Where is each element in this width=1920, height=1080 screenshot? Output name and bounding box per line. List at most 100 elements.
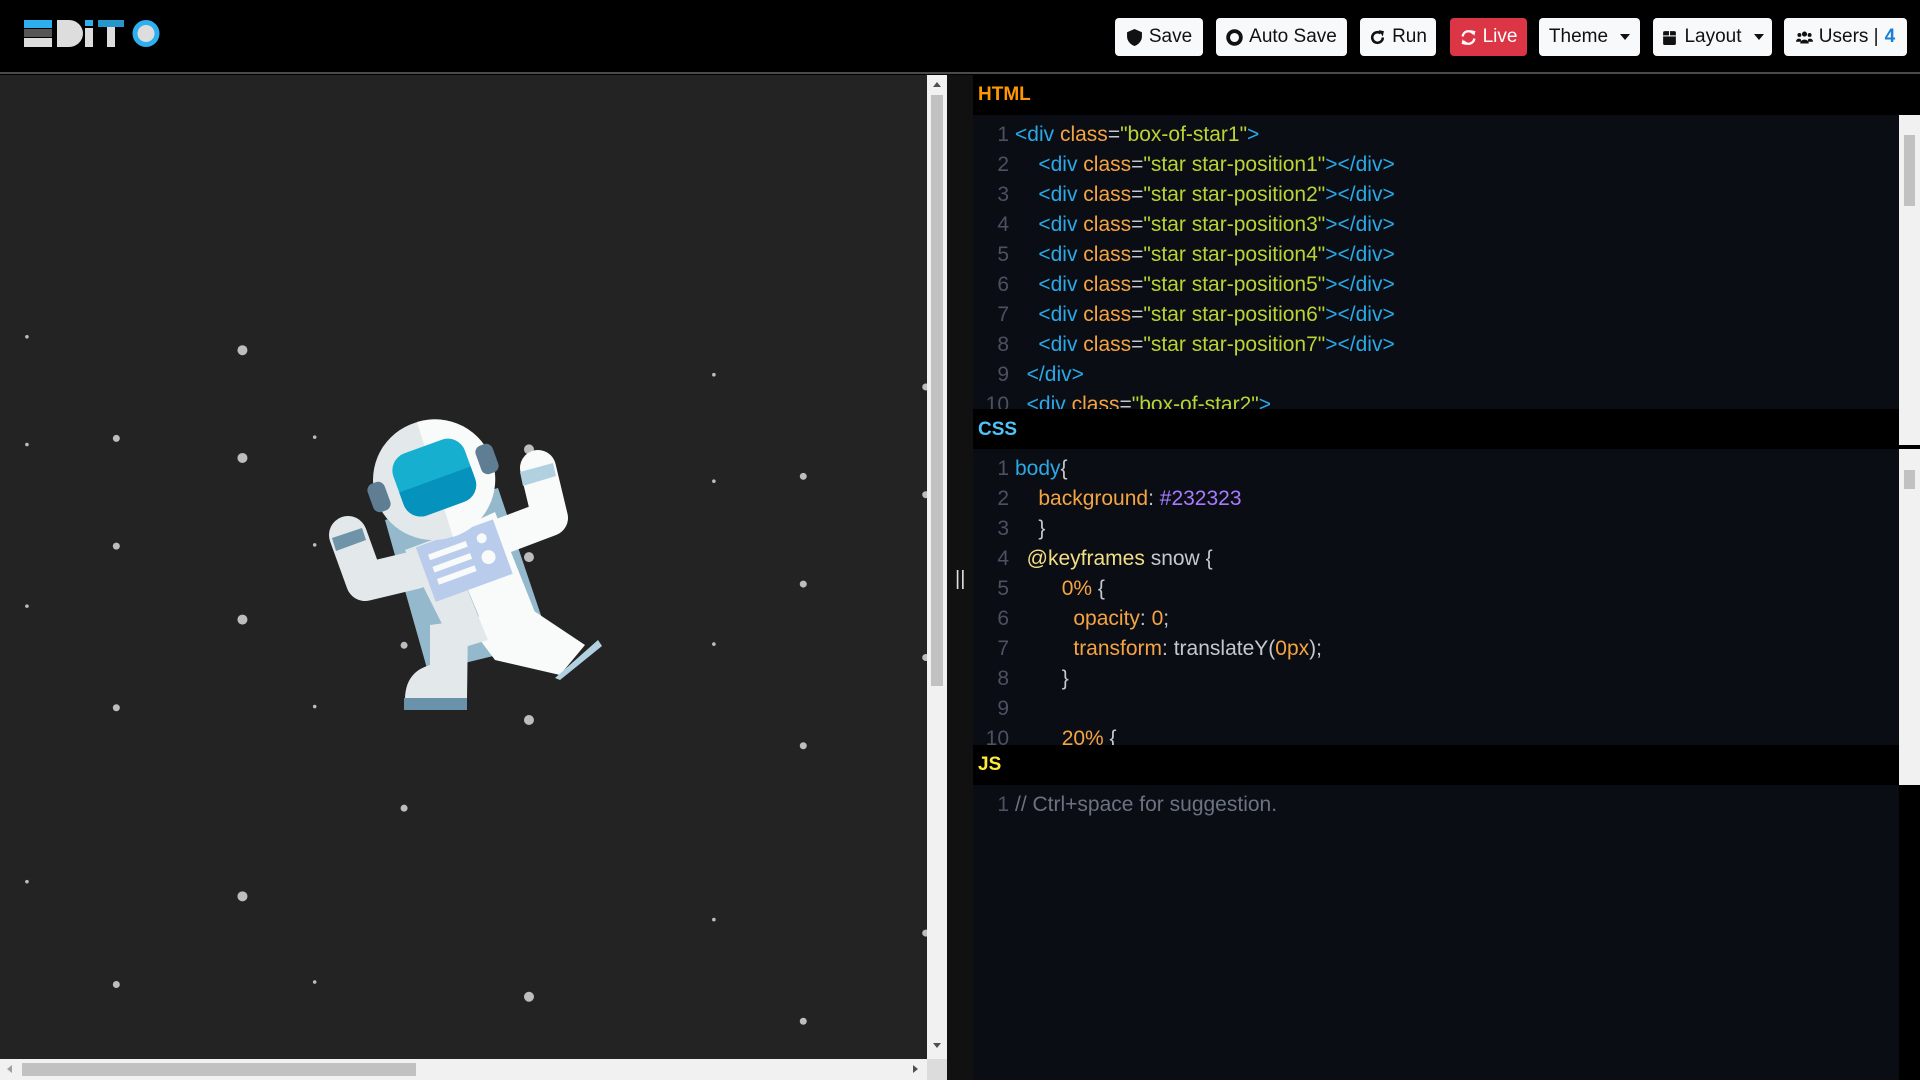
code-text: <div class="star star-position2"></div> — [1015, 180, 1394, 210]
code-line[interactable]: 9 </div> — [973, 360, 1899, 390]
code-text: transform: translateY(0px); — [1015, 634, 1322, 664]
code-line[interactable]: 6 opacity: 0; — [973, 604, 1899, 634]
star — [312, 980, 317, 984]
css-panel-label: CSS — [978, 419, 1018, 440]
scroll-right-arrow-icon[interactable] — [913, 1065, 918, 1073]
scrollbar-thumb[interactable] — [22, 1063, 416, 1076]
code-line[interactable]: 3 } — [973, 514, 1899, 544]
line-number: 7 — [997, 637, 1009, 660]
preview-horizontal-scrollbar[interactable] — [0, 1059, 927, 1080]
scroll-up-arrow-icon[interactable] — [933, 82, 941, 87]
users-button[interactable]: Users | 4 — [1784, 18, 1907, 56]
scroll-down-arrow-icon[interactable] — [933, 1043, 941, 1048]
code-token-punc: ; — [1163, 607, 1170, 630]
code-text: 20% { — [1015, 724, 1117, 745]
line-number: 5 — [997, 243, 1009, 266]
code-line[interactable]: 8 <div class="star star-position7"></div… — [973, 330, 1899, 360]
scrollbar-thumb[interactable] — [1904, 135, 1915, 206]
star — [25, 604, 29, 608]
code-token-punc: = — [1131, 333, 1144, 356]
html-editor-scrollbar[interactable] — [1899, 115, 1920, 445]
code-line[interactable]: 2 <div class="star star-position1"></div… — [973, 150, 1899, 180]
js-code-editor[interactable]: 1 // Ctrl+space for suggestion. — [973, 785, 1899, 1080]
code-token-str: "star star-position5" — [1143, 273, 1326, 296]
code-text: 0% { — [1015, 574, 1105, 604]
code-token-attr: class — [1083, 153, 1132, 176]
line-number: 10 — [985, 727, 1009, 745]
code-line[interactable]: 10 <div class="box-of-star2"> — [973, 390, 1899, 409]
auto-save-button[interactable]: Auto Save — [1216, 18, 1347, 56]
preview-vertical-scrollbar[interactable] — [927, 75, 947, 1059]
run-button[interactable]: Run — [1360, 18, 1436, 56]
save-button[interactable]: Save — [1115, 18, 1203, 56]
code-line[interactable]: 2 background: #232323 — [973, 484, 1899, 514]
code-text: <div class="star star-position5"></div> — [1015, 270, 1394, 300]
edito-logo[interactable] — [24, 20, 166, 54]
code-text: background: #232323 — [1015, 484, 1242, 514]
code-token-str: "star star-position2" — [1143, 183, 1326, 206]
star — [237, 891, 248, 902]
code-token-punc: = — [1131, 153, 1144, 176]
code-token-val: #232323 — [1159, 487, 1242, 510]
code-line[interactable]: 9 — [973, 694, 1899, 724]
code-line[interactable]: 7 transform: translateY(0px); — [973, 634, 1899, 664]
line-number: 4 — [997, 547, 1009, 570]
code-line[interactable]: 5 <div class="star star-position4"></div… — [973, 240, 1899, 270]
code-line[interactable]: 10 20% { — [973, 724, 1899, 745]
code-line[interactable]: 1 // Ctrl+space for suggestion. — [973, 790, 1899, 820]
html-code-editor[interactable]: 1 <div class="box-of-star1"> 2 <div class=… — [973, 115, 1899, 409]
live-button[interactable]: Live — [1450, 18, 1527, 56]
layout-dropdown[interactable]: Layout — [1653, 18, 1772, 56]
code-token-tag: > — [1258, 393, 1271, 409]
code-token-str: "star star-position6" — [1143, 303, 1326, 326]
code-token-num: 0% — [1061, 577, 1093, 600]
code-token-punc: = — [1107, 123, 1121, 146]
code-line[interactable]: 5 0% { — [973, 574, 1899, 604]
code-line[interactable]: 4 <div class="star star-position3"></div… — [973, 210, 1899, 240]
code-text: <div class="box-of-star1"> — [1015, 120, 1259, 150]
code-token-tag: ></div> — [1325, 153, 1395, 176]
css-editor-scrollbar[interactable] — [1899, 449, 1920, 785]
code-line[interactable]: 6 <div class="star star-position5"></div… — [973, 270, 1899, 300]
code-token-punc: = — [1131, 213, 1144, 236]
code-token-punc: { — [1092, 577, 1105, 600]
code-editor-pane: HTML 1 <div class="box-of-star1"> 2 <div c… — [973, 75, 1920, 1080]
code-line[interactable]: 7 <div class="star star-position6"></div… — [973, 300, 1899, 330]
code-token-prop: background — [1038, 487, 1149, 510]
line-number: 9 — [997, 363, 1009, 386]
live-preview-pane[interactable] — [0, 75, 927, 1059]
line-number: 5 — [997, 577, 1009, 600]
resize-grip-icon[interactable]: || — [955, 568, 965, 591]
scrollbar-thumb[interactable] — [931, 95, 943, 686]
code-token-plain: translateY( — [1173, 637, 1276, 660]
code-line[interactable]: 1 <div class="box-of-star1"> — [973, 120, 1899, 150]
code-line[interactable]: 1 body{ — [973, 454, 1899, 484]
code-line[interactable]: 4 @keyframes snow { — [973, 544, 1899, 574]
code-token-str: "star star-position4" — [1143, 243, 1326, 266]
scrollbar-thumb[interactable] — [1904, 470, 1915, 489]
line-number: 10 — [985, 393, 1009, 409]
code-token-tag: <div — [1038, 243, 1084, 266]
code-line[interactable]: 8 } — [973, 664, 1899, 694]
scroll-left-arrow-icon[interactable] — [7, 1065, 12, 1073]
code-token-tag: ></div> — [1325, 303, 1395, 326]
star — [400, 804, 408, 812]
code-token-punc: = — [1119, 393, 1132, 409]
code-token-prop: opacity — [1073, 607, 1140, 630]
code-text: <div class="star star-position4"></div> — [1015, 240, 1394, 270]
code-line[interactable]: 3 <div class="star star-position2"></div… — [973, 180, 1899, 210]
code-token-kw: @keyframes — [1026, 547, 1145, 570]
css-code-editor[interactable]: 1 body{2 background: #232323 3 } 4 @keyfram… — [973, 449, 1899, 745]
line-number: 2 — [997, 487, 1009, 510]
theme-label: Theme — [1548, 26, 1609, 47]
line-number: 1 — [997, 793, 1009, 816]
code-token-attr: class — [1083, 303, 1132, 326]
code-token-tag: > — [1247, 123, 1260, 146]
theme-dropdown[interactable]: Theme — [1539, 18, 1640, 56]
